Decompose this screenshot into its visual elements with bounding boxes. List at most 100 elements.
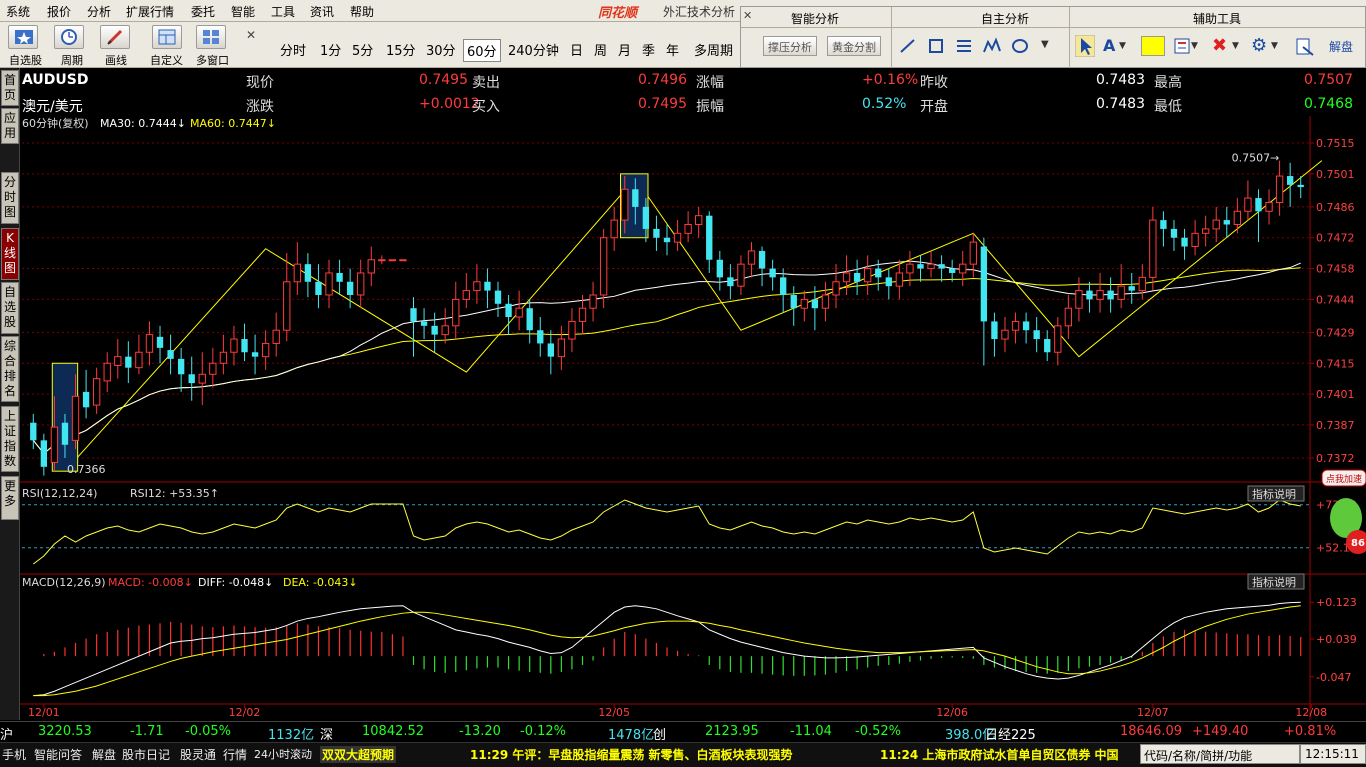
status-diary[interactable]: 股市日记 — [122, 746, 170, 763]
menu-quote[interactable]: 报价 — [47, 3, 71, 20]
candle-body — [1181, 237, 1188, 247]
gear-icon[interactable]: ⚙ — [1251, 35, 1267, 56]
period-tab[interactable]: 1分 — [317, 39, 344, 60]
quote-label: 最高 — [1154, 75, 1182, 91]
period-tab[interactable]: 15分 — [383, 39, 419, 60]
channel-tool-icon[interactable] — [955, 37, 973, 55]
candle-body — [1096, 290, 1104, 300]
candle-body — [1255, 198, 1262, 212]
candle-body — [547, 343, 554, 357]
side-tab-more[interactable]: 更多 — [1, 476, 19, 520]
unlock-button[interactable]: 解盘 — [1329, 38, 1353, 55]
menu-system[interactable]: 系统 — [6, 3, 30, 20]
side-tab-ranking[interactable]: 综合排名 — [1, 336, 19, 402]
period-label: 60分钟(复权) — [22, 116, 89, 130]
close-icon[interactable]: ✕ — [743, 9, 752, 22]
side-tab-apps[interactable]: 应用 — [1, 108, 19, 144]
bookmark-tool-icon[interactable] — [1173, 37, 1191, 55]
rectangle-tool-icon[interactable] — [927, 37, 945, 55]
export-icon[interactable] — [1295, 37, 1315, 57]
promo-text[interactable]: 双双大超预期 — [320, 746, 397, 763]
status-jiepan[interactable]: 解盘 — [92, 746, 116, 763]
candle-body — [261, 342, 270, 358]
chevron-down-icon[interactable]: ▼ — [1232, 41, 1239, 51]
watchlist-button[interactable] — [8, 25, 38, 49]
menu-smart[interactable]: 智能 — [231, 3, 255, 20]
candle-body — [388, 259, 397, 262]
ellipse-tool-icon[interactable] — [1011, 37, 1029, 55]
menu-tools[interactable]: 工具 — [271, 3, 295, 20]
chevron-down-icon[interactable]: ▼ — [1271, 41, 1278, 51]
layout-icon — [158, 29, 176, 45]
side-tab-timeshare[interactable]: 分时图 — [1, 172, 19, 224]
period-tab[interactable]: 季 — [639, 39, 658, 60]
drawing-label: 画线 — [105, 54, 127, 67]
period-tab[interactable]: 5分 — [349, 39, 376, 60]
close-icon[interactable]: ✕ — [246, 28, 256, 42]
candle-body — [1275, 175, 1284, 203]
ticker-item: -13.20 — [459, 724, 501, 739]
code-search-input[interactable]: 代码/名称/简拼/功能 — [1140, 744, 1300, 764]
drawing-button[interactable] — [100, 25, 130, 49]
analysis-panel: ✕ 智能分析 自主分析 辅助工具 撑压分析 黄金分割 ▼ A ▼ ▼ ✖ ▼ ⚙… — [740, 6, 1366, 69]
side-tab-watchlist[interactable]: 自选股 — [1, 282, 19, 334]
status-mobile[interactable]: 手机 — [2, 746, 26, 763]
color-swatch[interactable] — [1141, 36, 1165, 56]
period-tab[interactable]: 240分钟 — [505, 39, 562, 60]
cursor-tool-icon[interactable] — [1075, 35, 1095, 57]
golden-ratio-button[interactable]: 黄金分割 — [827, 36, 881, 56]
news-item[interactable]: 11:29 午评：早盘股指缩量震荡 新零售、白酒板块表现强势 — [470, 746, 793, 763]
toolbar: 自选股 周期 画线 自定义 多窗口 ✕ 分时 1分 5分 15分 30分 60分… — [0, 22, 740, 68]
menu-help[interactable]: 帮助 — [350, 3, 374, 20]
candle-body — [706, 215, 713, 260]
period-tab-active[interactable]: 60分 — [463, 39, 501, 62]
period-label: 周期 — [61, 54, 83, 67]
brand-logo: 同花顺 — [598, 6, 638, 21]
status-gulingtong[interactable]: 股灵通 — [180, 746, 216, 763]
delete-icon[interactable]: ✖ — [1212, 35, 1227, 56]
quote-label: 涨幅 — [696, 75, 724, 91]
menu-analysis[interactable]: 分析 — [87, 3, 111, 20]
side-tab-sh-index[interactable]: 上证指数 — [1, 406, 19, 472]
candle-body — [599, 237, 608, 296]
period-tab[interactable]: 年 — [663, 39, 682, 60]
menu-info[interactable]: 资讯 — [310, 3, 334, 20]
speedup-badge[interactable]: 点我加速 86 — [1318, 466, 1366, 576]
multi-window-button[interactable] — [196, 25, 226, 49]
wave-tool-icon[interactable] — [983, 37, 1001, 55]
period-tab[interactable]: 多周期 — [691, 39, 736, 60]
menu-extended-quotes[interactable]: 扩展行情 — [126, 3, 174, 20]
custom-button[interactable] — [152, 25, 182, 49]
candle-body — [1297, 184, 1304, 188]
candle-body — [568, 320, 576, 340]
text-tool-icon[interactable]: A — [1103, 36, 1115, 55]
period-tab[interactable]: 30分 — [423, 39, 459, 60]
side-tab-kline[interactable]: K线图 — [1, 228, 19, 280]
status-qa[interactable]: 智能问答 — [34, 746, 82, 763]
candle-body — [1212, 219, 1220, 230]
period-button[interactable] — [54, 25, 84, 49]
candle-body — [1223, 220, 1230, 225]
chevron-down-icon[interactable]: ▼ — [1119, 41, 1126, 51]
side-tab-home[interactable]: 首页 — [1, 70, 19, 106]
status-quotes[interactable]: 行情 — [223, 746, 247, 763]
line-tool-icon[interactable] — [899, 37, 917, 55]
quote-value: +0.16% — [862, 72, 919, 88]
chevron-down-icon[interactable]: ▼ — [1041, 39, 1049, 50]
period-tab[interactable]: 日 — [567, 39, 586, 60]
quote-label: 涨跌 — [246, 99, 274, 115]
period-tab[interactable]: 分时 — [277, 39, 309, 60]
menu-order[interactable]: 委托 — [191, 3, 215, 20]
watchlist-label: 自选股 — [9, 54, 42, 67]
support-resistance-button[interactable]: 撑压分析 — [763, 36, 817, 56]
period-tab[interactable]: 月 — [615, 39, 634, 60]
news-item[interactable]: 11:24 上海市政府试水首单自贸区债券 中国 — [880, 746, 1119, 763]
period-tab[interactable]: 周 — [591, 39, 610, 60]
status-rolling[interactable]: 24小时滚动 — [254, 746, 312, 762]
candle-body — [484, 281, 491, 291]
kline-chart[interactable]: 0.7515 0.7501 0.7486 0.7472 0.7458 0.7444 0.74… — [20, 116, 1366, 720]
candle-body — [219, 351, 228, 364]
candle-body — [747, 250, 756, 265]
chevron-down-icon[interactable]: ▼ — [1191, 41, 1198, 51]
ticker-item: 深 — [320, 728, 334, 743]
